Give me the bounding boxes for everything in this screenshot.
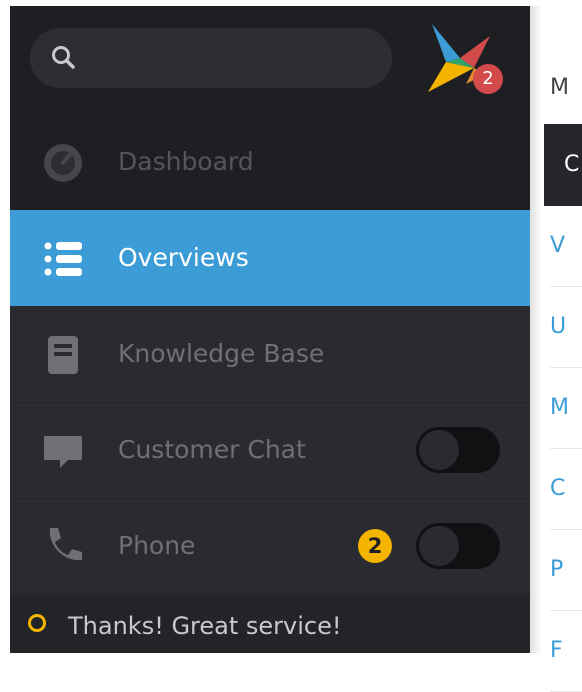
nav-item-label: Dashboard — [118, 147, 254, 176]
overview-item-selected[interactable]: C — [544, 124, 582, 206]
phone-count-badge: 2 — [358, 529, 392, 563]
overview-item[interactable]: F — [550, 611, 582, 692]
list-icon — [44, 242, 82, 276]
phone-toggle[interactable] — [416, 523, 500, 569]
overview-item[interactable]: U — [550, 287, 582, 368]
nav-item-customer-chat[interactable]: Customer Chat — [10, 402, 530, 499]
panel-shadow — [530, 6, 542, 653]
nav-item-label: Phone — [118, 531, 196, 560]
sidebar: 2 Dashboard Overviews Knowledge Base Cus… — [10, 6, 530, 653]
customer-chat-toggle[interactable] — [416, 427, 500, 473]
nav-item-label: Overviews — [118, 243, 249, 272]
dashboard-gauge-icon — [44, 144, 82, 182]
toggle-knob — [419, 526, 459, 566]
notification-item[interactable]: Thanks! Great service! — [10, 596, 530, 653]
panel-header: M — [550, 75, 569, 100]
phone-icon — [49, 528, 82, 561]
nav-item-label: Knowledge Base — [118, 339, 325, 368]
search-icon — [52, 46, 75, 69]
book-icon — [48, 336, 78, 374]
overview-item[interactable]: M — [550, 368, 582, 449]
nav-item-phone[interactable]: Phone 2 — [10, 498, 530, 595]
chat-bubble-icon — [44, 436, 82, 468]
toggle-knob — [419, 430, 459, 470]
unread-dot-icon — [28, 614, 46, 632]
search-input[interactable] — [30, 28, 392, 88]
sidebar-header — [10, 6, 530, 114]
nav-item-dashboard[interactable]: Dashboard — [10, 114, 530, 210]
notification-text: Thanks! Great service! — [68, 612, 342, 640]
nav-item-label: Customer Chat — [118, 435, 306, 464]
overview-item[interactable]: P — [550, 530, 582, 611]
nav-item-overviews[interactable]: Overviews — [10, 210, 530, 306]
nav-item-knowledge-base[interactable]: Knowledge Base — [10, 306, 530, 403]
overview-item[interactable]: C — [550, 449, 582, 530]
notification-count-badge: 2 — [473, 64, 503, 94]
overview-item[interactable]: V — [550, 206, 582, 287]
